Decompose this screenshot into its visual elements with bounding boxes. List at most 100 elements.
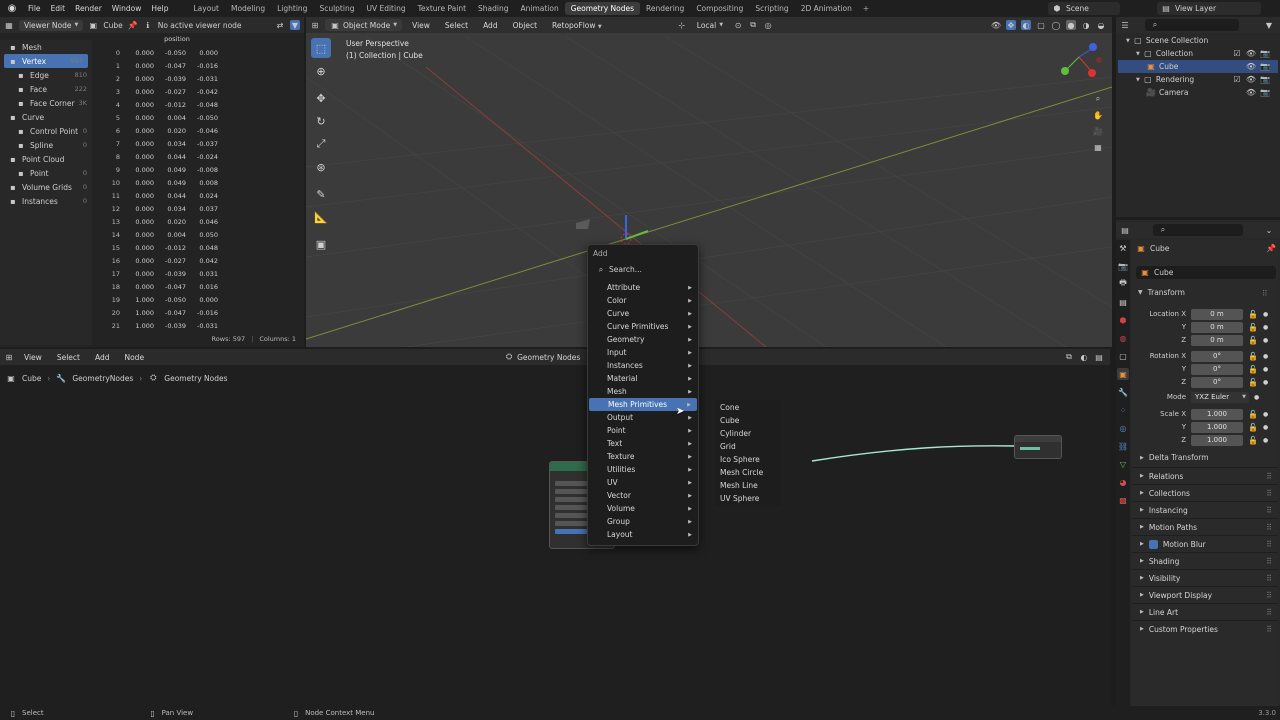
object-datablock-field[interactable]: ▣ Cube	[1136, 266, 1276, 279]
snap-icon[interactable]: ⧉	[748, 20, 758, 30]
domain-item[interactable]: ▪ Point Cloud	[0, 152, 92, 166]
viewport-menu-object[interactable]: Object	[508, 21, 542, 30]
cursor-tool-icon[interactable]: ⊕	[311, 61, 331, 81]
shading-solid-icon[interactable]: ●	[1066, 20, 1076, 30]
ortho-grid-icon[interactable]: ▦	[1093, 142, 1103, 152]
keyframe-dot-icon[interactable]: ●	[1254, 394, 1259, 401]
pin-icon[interactable]: 📌	[128, 20, 138, 30]
properties-search-input[interactable]: ⌕	[1153, 224, 1243, 236]
rotation-field[interactable]: 0°	[1191, 350, 1243, 362]
keyframe-dot-icon[interactable]: ●	[1263, 311, 1268, 318]
visibility-icon[interactable]: 👁	[991, 20, 1001, 30]
menu-render[interactable]: Render	[70, 4, 107, 13]
node-editor[interactable]	[0, 349, 1110, 706]
lock-icon[interactable]: 🔓	[1248, 335, 1258, 345]
overlay-toggle-icon[interactable]: ◐	[1021, 20, 1031, 30]
zoom-icon[interactable]: ⌕	[1093, 94, 1103, 104]
panel-grip-icon[interactable]: ⠿	[1266, 489, 1272, 498]
panel-instancing[interactable]: ▶ Instancing ⠿	[1132, 501, 1278, 518]
measure-tool-icon[interactable]: 📐	[311, 207, 331, 227]
tab-animation[interactable]: Animation	[514, 2, 564, 15]
add-menu-item-curve-primitives[interactable]: Curve Primitives ▶	[588, 320, 698, 333]
domain-item[interactable]: ▪ Edge 810	[0, 68, 92, 82]
scale-field[interactable]: 1.000	[1191, 408, 1243, 420]
menu-window[interactable]: Window	[107, 4, 147, 13]
filter-selected-icon[interactable]: ⇄	[275, 20, 285, 30]
3d-viewport[interactable]	[306, 17, 1112, 347]
node-sidebar-icon[interactable]: ▤	[1094, 352, 1104, 362]
xray-icon[interactable]: ▢	[1036, 20, 1046, 30]
domain-item[interactable]: ▪ Control Point 0	[0, 124, 92, 138]
tab-2d-animation[interactable]: 2D Animation	[795, 2, 858, 15]
modifier-tab-icon[interactable]: 🔧	[1117, 386, 1129, 398]
add-cube-tool-icon[interactable]: ▣	[311, 234, 331, 254]
outliner-row[interactable]: ▼ ▢ Collection ☑ 👁 📷	[1118, 47, 1278, 60]
lock-icon[interactable]: 🔓	[1248, 309, 1258, 319]
node-menu-node[interactable]: Node	[119, 353, 149, 362]
panel-custom-properties[interactable]: ▶ Custom Properties ⠿	[1132, 620, 1278, 637]
panel-motion-paths[interactable]: ▶ Motion Paths ⠿	[1132, 518, 1278, 535]
output-tab-icon[interactable]: 🖶	[1117, 278, 1129, 290]
outliner-editor-type-icon[interactable]: ☰	[1120, 20, 1130, 30]
panel-grip-icon[interactable]: ⠿	[1266, 540, 1272, 549]
add-menu-item-geometry[interactable]: Geometry ▶	[588, 333, 698, 346]
render-tab-icon[interactable]: 📷	[1117, 260, 1129, 272]
keyframe-dot-icon[interactable]: ●	[1263, 337, 1268, 344]
annotate-tool-icon[interactable]: ✎	[311, 184, 331, 204]
panel-line-art[interactable]: ▶ Line Art ⠿	[1132, 603, 1278, 620]
outliner-row[interactable]: ▣ Cube 👁 📷	[1118, 60, 1278, 73]
add-menu-search[interactable]: ⌕ Search...	[590, 261, 696, 278]
gizmo-toggle-icon[interactable]: ✥	[1006, 20, 1016, 30]
add-menu-item-texture[interactable]: Texture ▶	[588, 450, 698, 463]
domain-item[interactable]: ▪ Point 0	[0, 166, 92, 180]
particles-tab-icon[interactable]: ⁘	[1117, 404, 1129, 416]
tab-geometry-nodes[interactable]: Geometry Nodes	[564, 2, 640, 15]
shading-wire-icon[interactable]: ◯	[1051, 20, 1061, 30]
submenu-item-cube[interactable]: Cube	[715, 414, 781, 427]
shading-material-icon[interactable]: ◑	[1081, 20, 1091, 30]
add-menu-item-vector[interactable]: Vector ▶	[588, 489, 698, 502]
submenu-item-cylinder[interactable]: Cylinder	[715, 427, 781, 440]
exclude-checkbox-icon[interactable]: ☑	[1232, 49, 1242, 59]
group-output-node[interactable]	[1014, 435, 1062, 459]
delta-transform-subpanel[interactable]: ▶ Delta Transform	[1140, 453, 1209, 462]
motion-blur-checkbox[interactable]	[1148, 539, 1158, 549]
disclosure-icon[interactable]: ▼	[1136, 77, 1140, 83]
scale-tool-icon[interactable]: ⤢	[311, 134, 331, 154]
domain-item[interactable]: ▪ Vertex 597	[4, 54, 88, 68]
rotate-tool-icon[interactable]: ↻	[311, 111, 331, 131]
scale-field[interactable]: 1.000	[1191, 434, 1243, 446]
exclude-checkbox-icon[interactable]: ☑	[1232, 75, 1242, 85]
render-camera-icon[interactable]: 📷	[1260, 62, 1270, 72]
add-menu-item-uv[interactable]: UV ▶	[588, 476, 698, 489]
outliner-search-input[interactable]: ⌕	[1145, 19, 1239, 31]
add-menu-item-volume[interactable]: Volume ▶	[588, 502, 698, 515]
tab-rendering[interactable]: Rendering	[640, 2, 690, 15]
outliner-row[interactable]: ▼ ▢ Rendering ☑ 👁 📷	[1118, 73, 1278, 86]
panel-viewport-display[interactable]: ▶ Viewport Display ⠿	[1132, 586, 1278, 603]
panel-shading[interactable]: ▶ Shading ⠿	[1132, 552, 1278, 569]
add-menu-item-curve[interactable]: Curve ▶	[588, 307, 698, 320]
properties-editor-type-icon[interactable]: ▤	[1120, 225, 1130, 235]
data-tab-icon[interactable]: ▽	[1117, 458, 1129, 470]
panel-grip-icon[interactable]: ⠿	[1266, 472, 1272, 481]
render-camera-icon[interactable]: 📷	[1260, 75, 1270, 85]
panel-visibility[interactable]: ▶ Visibility ⠿	[1132, 569, 1278, 586]
lock-icon[interactable]: 🔓	[1248, 377, 1258, 387]
lock-icon[interactable]: 🔓	[1248, 322, 1258, 332]
add-menu-item-utilities[interactable]: Utilities ▶	[588, 463, 698, 476]
add-menu-item-input[interactable]: Input ▶	[588, 346, 698, 359]
submenu-item-cone[interactable]: Cone	[715, 401, 781, 414]
constraints-tab-icon[interactable]: ⛓	[1117, 440, 1129, 452]
keyframe-dot-icon[interactable]: ●	[1263, 353, 1268, 360]
viewport-menu-select[interactable]: Select	[440, 21, 473, 30]
menu-edit[interactable]: Edit	[46, 4, 71, 13]
shading-rendered-icon[interactable]: ◒	[1096, 20, 1106, 30]
submenu-item-grid[interactable]: Grid	[715, 440, 781, 453]
pin-properties-icon[interactable]: 📌	[1266, 243, 1276, 253]
outliner-row[interactable]: ▼ ▢ Scene Collection	[1118, 34, 1278, 47]
tab-modeling[interactable]: Modeling	[225, 2, 271, 15]
object-mode-dropdown[interactable]: ▣ Object Mode ▼	[325, 19, 403, 31]
panel-grip-icon[interactable]: ⠿	[1266, 557, 1272, 566]
filter-icon[interactable]: ▼	[290, 20, 300, 30]
